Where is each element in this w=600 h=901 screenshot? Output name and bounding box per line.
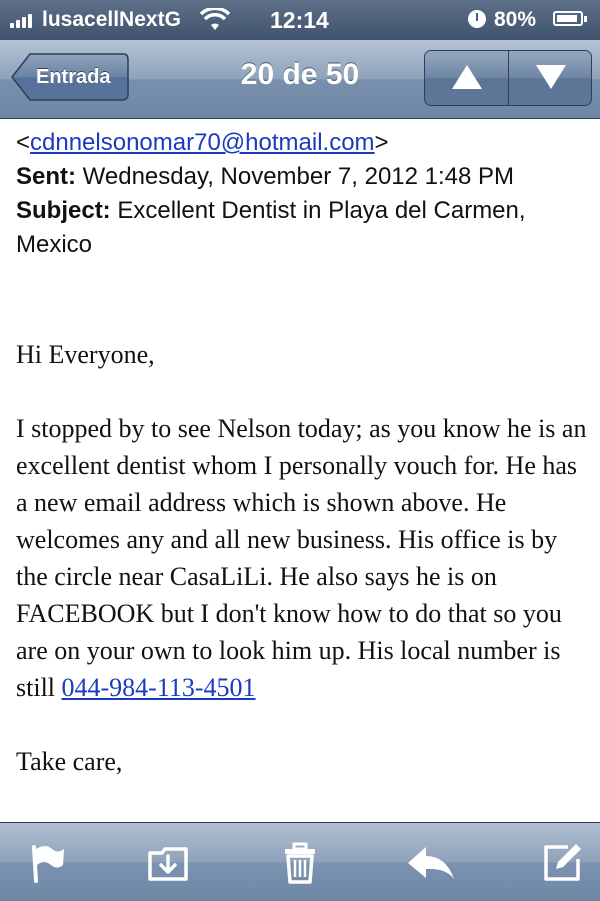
sent-label: Sent: [16,163,76,190]
next-message-button[interactable] [509,51,592,105]
message-paragraph: I stopped by to see Nelson today; as you… [16,414,587,702]
wifi-icon [199,6,231,37]
move-folder-icon[interactable] [146,841,190,885]
signal-bars-icon [10,12,32,28]
status-bar: lusacellNextG 12:14 80% [0,0,600,40]
message-navigator [424,50,592,106]
page-title: 20 de 50 [240,58,360,91]
back-button-label: Entrada [36,66,111,88]
carrier-name: lusacellNextG [42,8,181,31]
battery-icon [553,11,587,26]
from-line: <cdnnelsonomar70@hotmail.com> [16,129,389,156]
subject-label: Subject: [16,197,111,224]
battery-percent: 80% [494,8,537,31]
message-body: Hi Everyone, I stopped by to see Nelson … [16,336,590,780]
subject-line: Subject: Excellent Dentist in Playa del … [16,194,586,262]
previous-message-button[interactable] [425,51,509,105]
clock-time: 12:14 [270,7,329,33]
sent-value: Wednesday, November 7, 2012 1:48 PM [82,163,515,190]
phone-number-link[interactable]: 044-984-113-4501 [62,673,256,702]
flag-icon[interactable] [26,841,70,885]
back-button-inbox[interactable]: Entrada [10,52,130,102]
trash-icon[interactable] [278,841,322,885]
arrow-down-icon [535,65,566,89]
sent-line: Sent: Wednesday, November 7, 2012 1:48 P… [16,160,586,194]
compose-icon[interactable] [540,841,584,885]
reply-icon[interactable] [406,841,458,885]
message-header: <cdnnelsonomar70@hotmail.com> Sent: Wedn… [16,126,586,262]
navigation-bar: Entrada 20 de 50 [0,40,600,119]
sender-email-link[interactable]: cdnnelsonomar70@hotmail.com [30,129,375,156]
closing: Take care, [16,747,123,776]
arrow-up-icon [452,65,482,89]
rotation-lock-icon [468,10,486,28]
greeting: Hi Everyone, [16,340,155,369]
bottom-toolbar [0,822,600,901]
